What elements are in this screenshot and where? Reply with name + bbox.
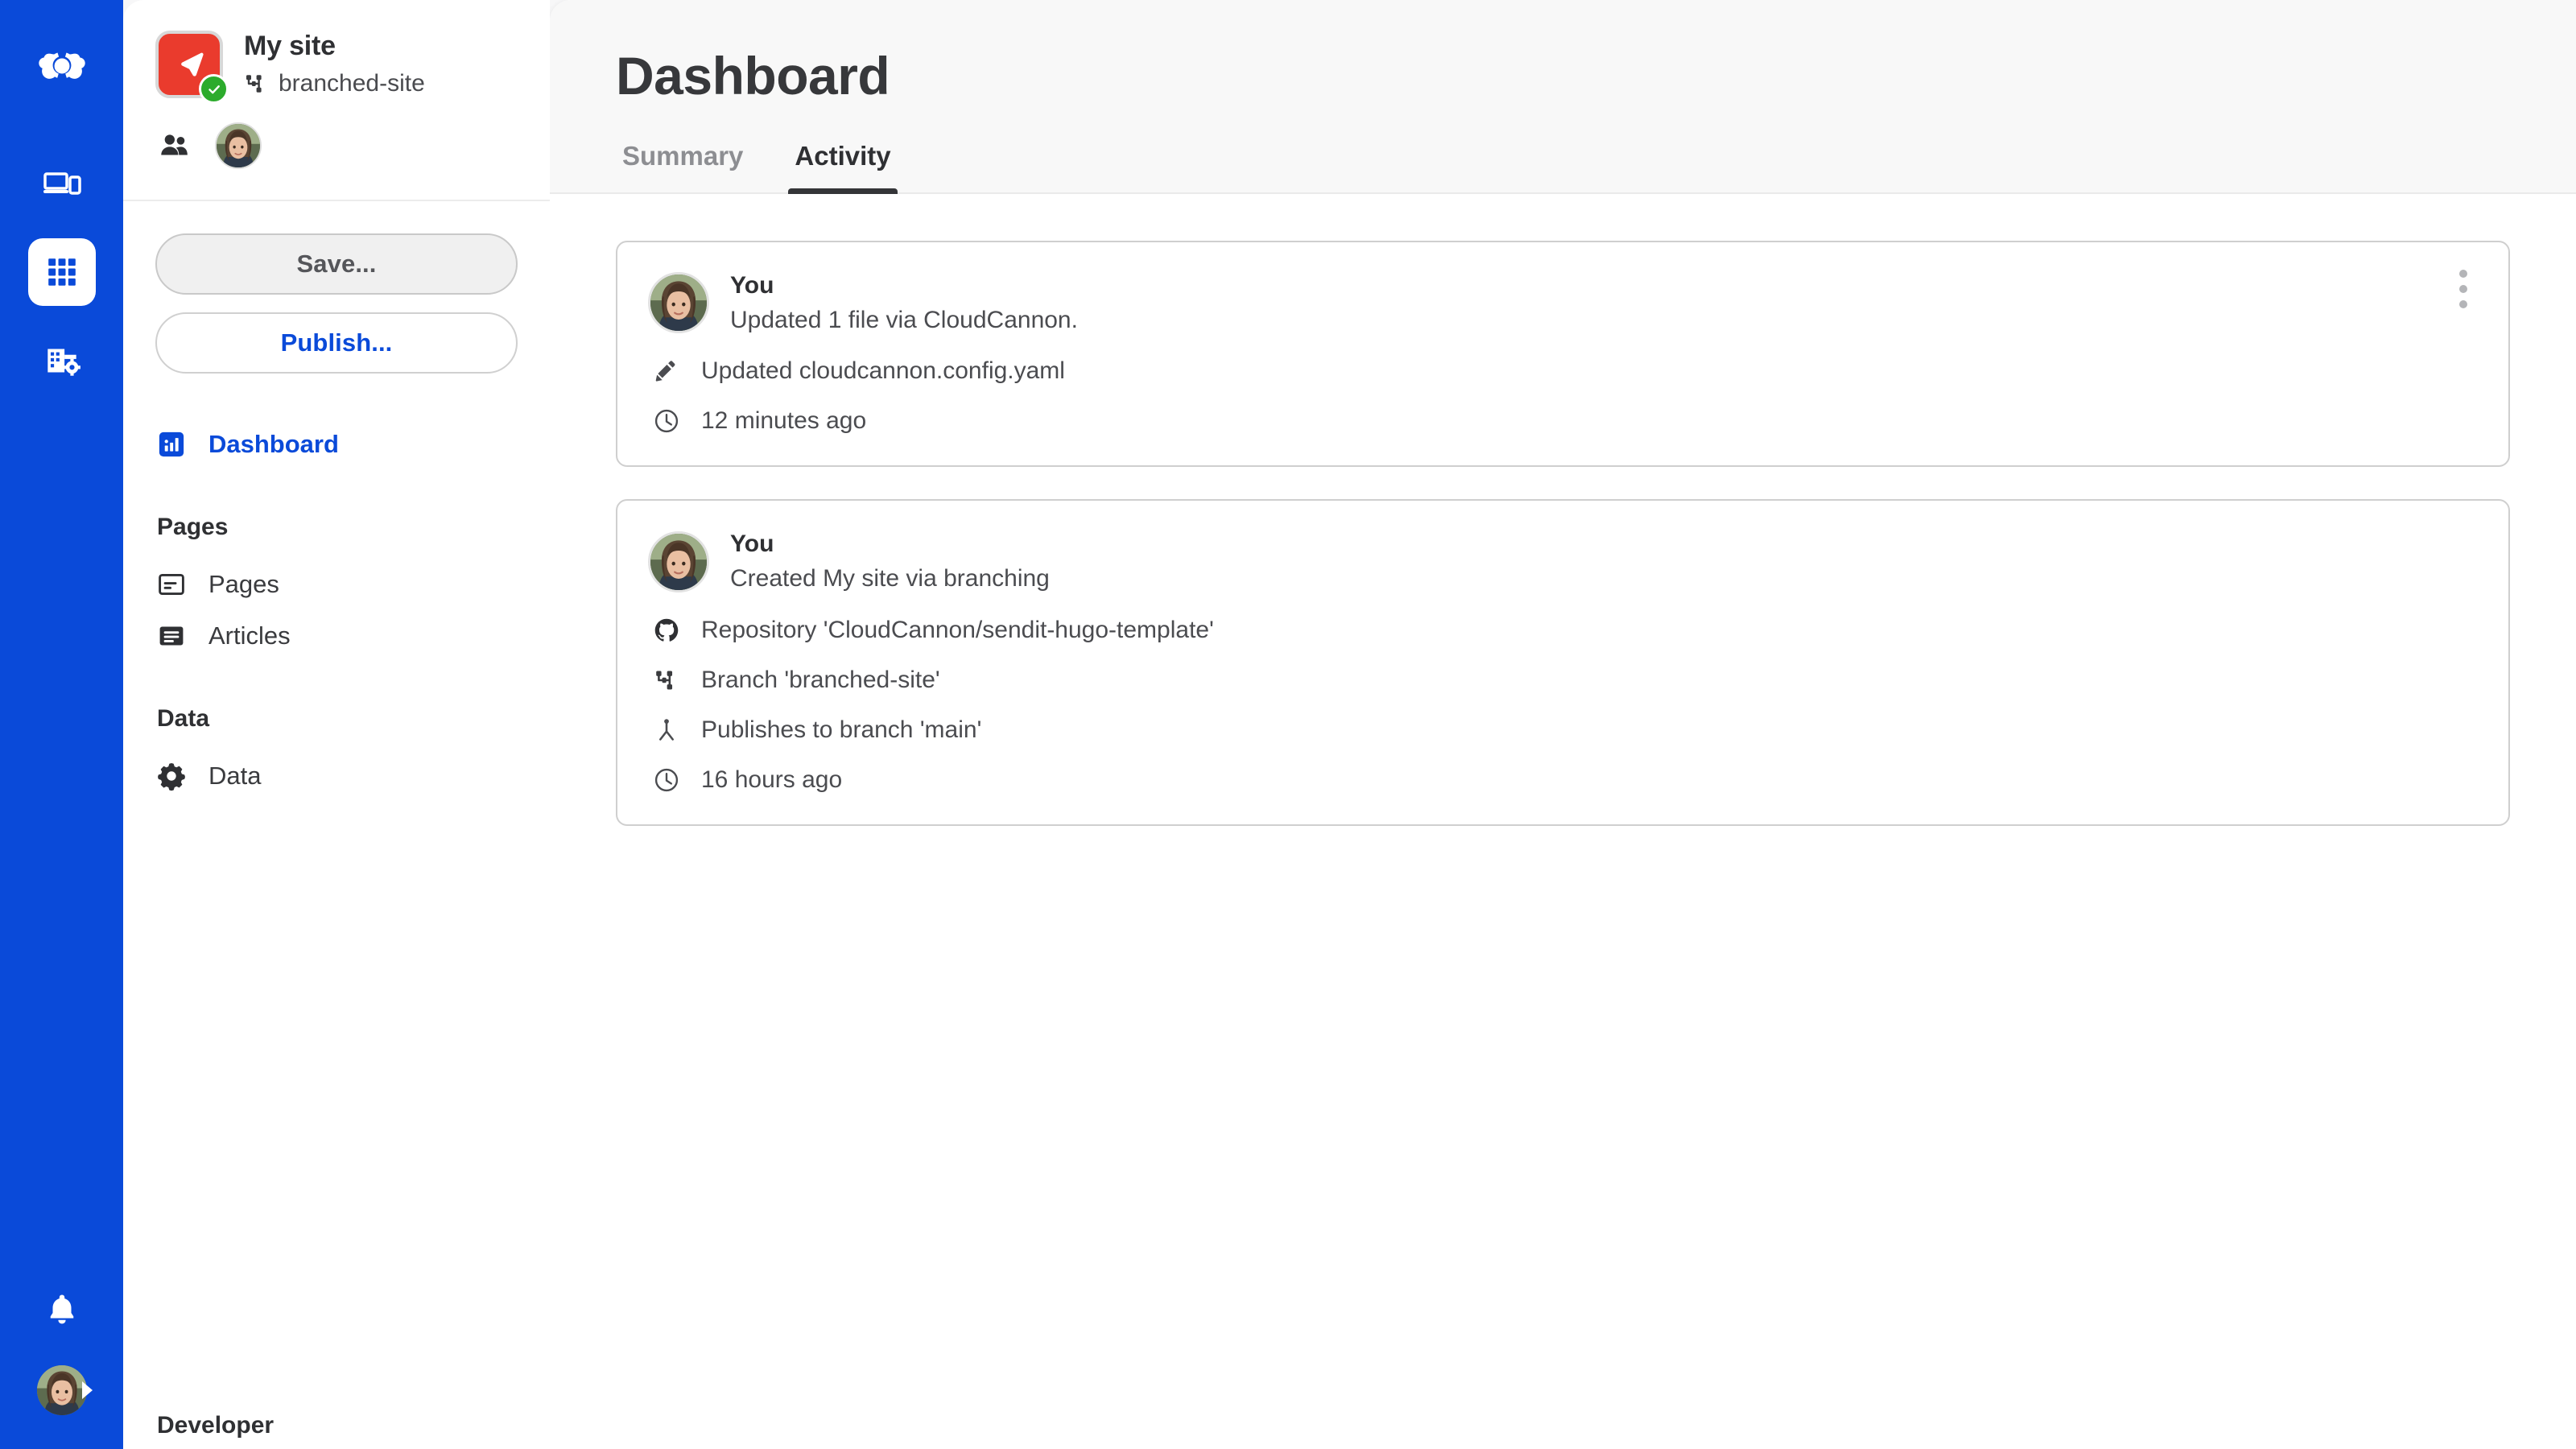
rail-bottom	[0, 1290, 123, 1415]
sidebar-item-pages[interactable]: Pages	[155, 559, 518, 610]
dashboard-chart-icon	[155, 428, 188, 460]
avatar	[648, 530, 709, 592]
page-icon	[155, 568, 188, 601]
github-icon	[651, 615, 682, 646]
tab-activity[interactable]: Activity	[788, 141, 898, 194]
sidebar-section-data: Data	[157, 705, 210, 732]
notifications-button[interactable]	[43, 1290, 80, 1331]
bell-icon	[43, 1290, 80, 1327]
sidebar-item-label: Dashboard	[208, 430, 339, 458]
activity-detail-row: Publishes to branch 'main'	[648, 715, 2478, 745]
sidebar-section-developer-block: Developer Status Files	[155, 1412, 518, 1449]
icon-rail	[0, 0, 123, 1449]
sidebar-item-label: Data	[208, 762, 262, 790]
rail-item-apps[interactable]	[27, 238, 96, 306]
people-group-icon[interactable]	[157, 128, 192, 163]
avatar[interactable]	[215, 122, 262, 169]
rail-nav	[27, 150, 96, 394]
clock-icon	[651, 406, 682, 436]
clock-icon	[651, 765, 682, 795]
organisation-settings-icon	[41, 340, 83, 382]
sidebar-section-pages: Pages	[157, 514, 229, 540]
cloudcannon-logo-icon[interactable]	[23, 27, 101, 105]
devices-preview-icon	[42, 163, 82, 204]
account-button[interactable]	[36, 1365, 93, 1415]
activity-repository: Repository 'CloudCannon/sendit-hugo-temp…	[701, 616, 1214, 643]
site-icon[interactable]	[155, 31, 229, 104]
sidebar-item-label: Pages	[208, 570, 279, 598]
activity-card: You Updated 1 file via CloudCannon. Upda…	[616, 240, 2510, 468]
activity-list: You Updated 1 file via CloudCannon. Upda…	[550, 193, 2576, 1449]
sidebar-item-dashboard[interactable]: Dashboard	[155, 419, 518, 470]
members-row	[155, 98, 518, 200]
check-circle-icon	[199, 74, 229, 104]
sidebar-item-label: Articles	[208, 621, 291, 650]
app-root: My site branched-site Save... Publish...	[0, 0, 2576, 1449]
site-branch-label: branched-site	[279, 70, 425, 97]
main-panel: Dashboard Summary Activity You Updated 1…	[550, 0, 2576, 1449]
main-header: Dashboard Summary Activity	[550, 0, 2576, 194]
activity-summary: Created My site via branching	[730, 565, 1050, 592]
activity-detail-row: Repository 'CloudCannon/sendit-hugo-temp…	[648, 615, 2478, 646]
grid-apps-icon	[39, 250, 85, 295]
articles-icon	[155, 620, 188, 652]
sidebar-section-developer: Developer	[157, 1412, 275, 1439]
sidebar: My site branched-site Save... Publish...	[123, 0, 550, 1449]
activity-detail-row: Branch 'branched-site'	[648, 665, 2478, 696]
sidebar-nav: Dashboard Pages Pages Articles Data Data…	[123, 374, 550, 1449]
sidebar-actions: Save... Publish...	[123, 201, 550, 374]
sidebar-item-data[interactable]: Data	[155, 750, 518, 802]
kebab-menu-icon[interactable]	[2447, 266, 2479, 312]
gear-icon	[155, 760, 188, 792]
tab-summary[interactable]: Summary	[616, 141, 749, 192]
rail-item-preview[interactable]	[28, 150, 96, 217]
git-branch-icon	[651, 665, 682, 696]
pencil-icon	[651, 356, 682, 386]
rail-item-organisation[interactable]	[28, 327, 96, 394]
activity-timestamp: 16 hours ago	[701, 766, 843, 793]
save-button[interactable]: Save...	[155, 233, 518, 295]
activity-detail-row: 16 hours ago	[648, 765, 2478, 795]
activity-detail-row: Updated cloudcannon.config.yaml	[648, 356, 2478, 386]
activity-author: You	[730, 530, 774, 558]
site-branch: branched-site	[244, 70, 425, 97]
activity-card: You Created My site via branching Reposi…	[616, 499, 2510, 826]
activity-detail-row: 12 minutes ago	[648, 406, 2478, 436]
activity-author: You	[730, 271, 774, 299]
site-header: My site branched-site	[123, 0, 550, 200]
activity-publish-target: Publishes to branch 'main'	[701, 716, 982, 743]
publish-branch-icon	[651, 715, 682, 745]
sidebar-item-articles[interactable]: Articles	[155, 610, 518, 662]
activity-timestamp: 12 minutes ago	[701, 407, 867, 435]
tab-bar: Summary Activity	[616, 141, 2576, 194]
caret-right-icon	[81, 1381, 93, 1399]
page-title: Dashboard	[616, 46, 890, 105]
avatar	[648, 272, 709, 334]
activity-summary: Updated 1 file via CloudCannon.	[730, 306, 1078, 333]
git-branch-icon	[244, 72, 268, 96]
activity-branch: Branch 'branched-site'	[701, 666, 940, 693]
activity-detail-text: Updated cloudcannon.config.yaml	[701, 357, 1065, 385]
site-name: My site	[244, 31, 336, 61]
avatar	[36, 1365, 87, 1415]
publish-button[interactable]: Publish...	[155, 312, 518, 374]
